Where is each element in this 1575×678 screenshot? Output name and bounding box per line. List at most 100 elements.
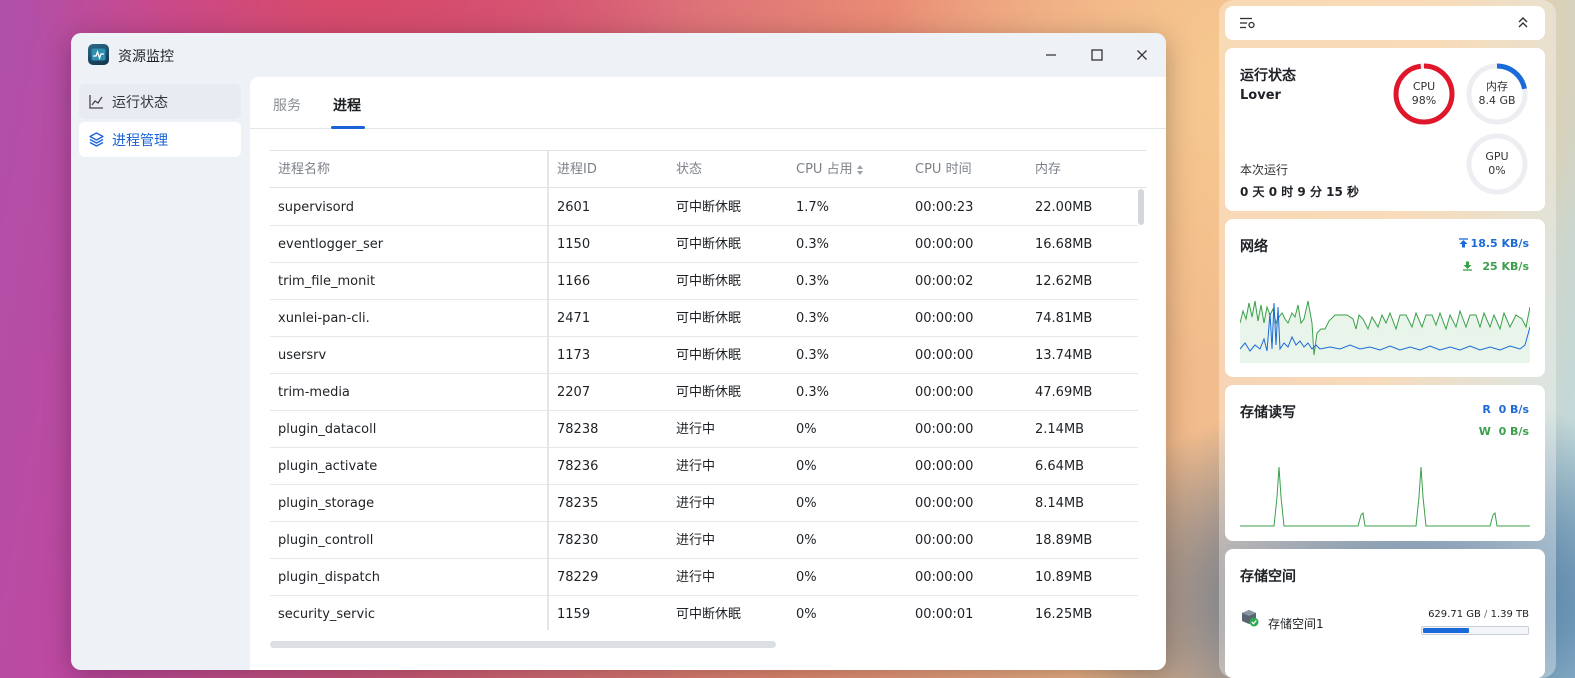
cpu-usage-cell: 0.3% (796, 348, 830, 363)
memory-gauge-label: 内存 8.4 GB (1465, 80, 1529, 108)
column-header-name[interactable]: 进程名称 (278, 151, 330, 188)
filter-settings-icon[interactable] (1240, 17, 1256, 29)
process-id-cell: 78236 (557, 459, 599, 474)
process-status-cell: 可中断休眠 (676, 607, 742, 622)
layers-icon (89, 132, 104, 147)
network-chart (1240, 300, 1530, 363)
cpu-usage-cell: 0% (796, 422, 817, 437)
sidebar-item-status[interactable]: 运行状态 (79, 84, 241, 119)
write-line (1240, 466, 1530, 527)
storage-widget-title: 存储空间 (1240, 569, 1296, 585)
status-widget: 运行状态 Lover 本次运行 0 天 0 时 9 分 15 秒 CPU 98%… (1225, 48, 1545, 211)
cpu-usage-cell: 0% (796, 496, 817, 511)
minimize-icon (1046, 54, 1056, 56)
sidebar-item-process-management[interactable]: 进程管理 (79, 122, 241, 157)
cpu-time-cell: 00:00:00 (915, 422, 974, 437)
memory-usage-cell: 6.64MB (1035, 459, 1085, 474)
widget-toolbar (1225, 6, 1545, 40)
maximize-button[interactable] (1087, 45, 1107, 65)
main-content: 服务 进程 进程名称 进程ID 状态 CPU 占用 CPU 时间 内存 supe… (250, 77, 1166, 670)
uptime-value: 0 天 0 时 9 分 15 秒 (1240, 185, 1359, 199)
cpu-usage-cell: 0% (796, 459, 817, 474)
process-status-cell: 可中断休眠 (676, 348, 742, 363)
table-row[interactable]: eventlogger_ser 1150 可中断休眠 0.3% 00:00:00 16.6… (270, 226, 1138, 263)
double-chevron-up-icon[interactable] (1518, 17, 1528, 29)
storage-widget: 存储空间 存储空间1 629.71 GB / 1.39 TB (1225, 549, 1545, 678)
process-id-cell: 1150 (557, 237, 591, 252)
process-id-cell: 1166 (557, 274, 591, 289)
cpu-gauge-label: CPU 98% (1392, 80, 1456, 108)
status-widget-title: 运行状态 (1240, 68, 1296, 84)
process-name-cell: plugin_activate (278, 459, 378, 474)
table-row[interactable]: plugin_datacoll 78238 进行中 0% 00:00:00 2.14MB (270, 411, 1138, 448)
column-header-cpu-usage[interactable]: CPU 占用 (796, 151, 864, 188)
resource-monitor-window: 资源监控 运行状态 进程管理 服务 进程 进程名称 进程ID 状态 CPU 占用… (71, 33, 1166, 670)
cpu-time-cell: 00:00:01 (915, 607, 974, 622)
disk-read-speed: R 0 B/s (1482, 403, 1529, 416)
column-header-status[interactable]: 状态 (676, 151, 702, 188)
title-bar[interactable]: 资源监控 (71, 33, 1166, 77)
tab-processes[interactable]: 进程 (333, 95, 361, 115)
cpu-time-cell: 00:00:00 (915, 311, 974, 326)
process-name-cell: eventlogger_ser (278, 237, 384, 252)
table-row[interactable]: usersrv 1173 可中断休眠 0.3% 00:00:00 13.74MB (270, 337, 1138, 374)
memory-usage-cell: 16.68MB (1035, 237, 1093, 252)
table-header: 进程名称 进程ID 状态 CPU 占用 CPU 时间 内存 (270, 151, 1146, 188)
minimize-button[interactable] (1041, 45, 1061, 65)
cpu-time-cell: 00:00:00 (915, 533, 974, 548)
table-row[interactable]: xunlei-pan-cli. 2471 可中断休眠 0.3% 00:00:00 74.8… (270, 300, 1138, 337)
process-status-cell: 进行中 (676, 422, 716, 437)
table-row[interactable]: plugin_dispatch 78229 进行中 0% 00:00:00 10.89MB (270, 559, 1138, 596)
app-icon (88, 44, 109, 65)
process-name-cell: trim_file_monit (278, 274, 376, 289)
cpu-usage-cell: 1.7% (796, 200, 830, 215)
close-icon (1137, 50, 1147, 60)
column-resize-handle[interactable] (547, 151, 549, 630)
memory-usage-cell: 16.25MB (1035, 607, 1093, 622)
storage-usage-bar-fill (1423, 628, 1469, 633)
process-id-cell: 78229 (557, 570, 599, 585)
column-header-memory[interactable]: 内存 (1035, 151, 1061, 188)
sort-icon (856, 164, 863, 175)
process-id-cell: 78235 (557, 496, 599, 511)
download-arrow-icon (1463, 261, 1473, 271)
storage-usage-bar (1421, 626, 1529, 635)
cpu-label: CPU (1412, 80, 1436, 93)
uptime-label: 本次运行 (1240, 163, 1289, 177)
vertical-scrollbar[interactable] (1138, 189, 1144, 225)
table-row[interactable]: trim-media 2207 可中断休眠 0.3% 00:00:00 47.69MB (270, 374, 1138, 411)
cpu-time-cell: 00:00:00 (915, 348, 974, 363)
table-row[interactable]: trim_file_monit 1166 可中断休眠 0.3% 00:00:02 12.6… (270, 263, 1138, 300)
tab-services[interactable]: 服务 (273, 95, 301, 115)
gpu-label: GPU (1485, 150, 1509, 163)
cpu-value: 98% (1411, 94, 1437, 107)
process-status-cell: 可中断休眠 (676, 237, 742, 252)
chart-line-icon (89, 94, 104, 109)
table-row[interactable]: plugin_controll 78230 进行中 0% 00:00:00 18.89MB (270, 522, 1138, 559)
process-status-cell: 进行中 (676, 496, 716, 511)
close-button[interactable] (1132, 45, 1152, 65)
active-tab-indicator (331, 126, 365, 129)
disk-io-widget: 存储读写 R 0 B/s W 0 B/s (1225, 385, 1545, 541)
table-row[interactable]: plugin_activate 78236 进行中 0% 00:00:00 6.64MB (270, 448, 1138, 485)
storage-used: 629.71 GB (1428, 609, 1481, 620)
maximize-icon (1091, 49, 1103, 61)
cpu-usage-cell: 0.3% (796, 385, 830, 400)
table-row[interactable]: plugin_storage 78235 进行中 0% 00:00:00 8.14MB (270, 485, 1138, 522)
memory-usage-cell: 18.89MB (1035, 533, 1093, 548)
process-id-cell: 2471 (557, 311, 591, 326)
column-header-pid[interactable]: 进程ID (557, 151, 597, 188)
upload-arrow-icon (1458, 238, 1468, 248)
process-name-cell: usersrv (278, 348, 327, 363)
table-row[interactable]: security_servic 1159 可中断休眠 0% 00:00:01 16.25M… (270, 596, 1138, 630)
cpu-time-cell: 00:00:00 (915, 459, 974, 474)
memory-usage-cell: 8.14MB (1035, 496, 1085, 511)
process-status-cell: 进行中 (676, 459, 716, 474)
cpu-time-cell: 00:00:00 (915, 237, 974, 252)
horizontal-scrollbar[interactable] (270, 641, 776, 648)
disk-io-chart (1240, 466, 1530, 527)
storage-volume-name[interactable]: 存储空间1 (1268, 615, 1324, 632)
column-header-cpu-time[interactable]: CPU 时间 (915, 151, 972, 188)
table-row[interactable]: supervisord 2601 可中断休眠 1.7% 00:00:23 22.00MB (270, 189, 1138, 226)
process-name-cell: plugin_controll (278, 533, 374, 548)
